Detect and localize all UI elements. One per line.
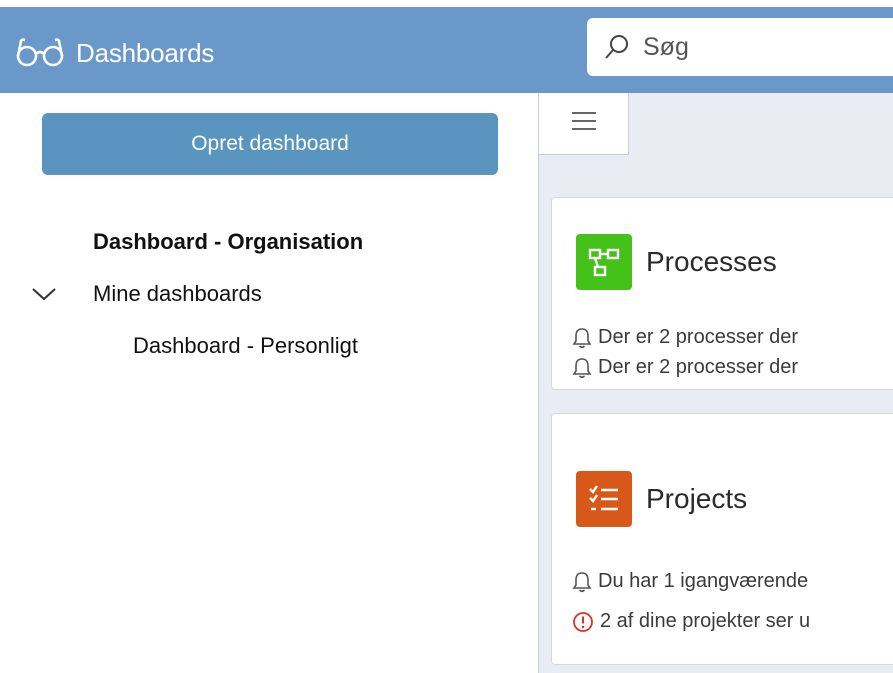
nav-group-mine-dashboards[interactable]: Mine dashboards	[30, 279, 262, 309]
glasses-icon	[16, 38, 64, 68]
nav-group-label: Mine dashboards	[93, 281, 262, 306]
create-dashboard-button[interactable]: Opret dashboard	[42, 113, 498, 175]
sidebar: Opret dashboard Dashboard - Organisation…	[0, 93, 538, 673]
search-input[interactable]	[641, 31, 885, 63]
card-title: Processes	[646, 246, 777, 277]
nav-item-dashboard-organisation[interactable]: Dashboard - Organisation	[93, 229, 363, 255]
notification-item[interactable]: Der er 2 processer der	[572, 356, 798, 379]
app-title: Dashboards	[76, 37, 215, 68]
card-header: Processes	[576, 234, 777, 290]
alert-text: 2 af dine projekter ser u	[600, 610, 811, 632]
card-title: Projects	[646, 483, 748, 514]
top-bar: Dashboards	[0, 0, 893, 93]
notification-item[interactable]: Du har 1 igangværende	[572, 570, 808, 593]
bell-icon	[572, 327, 592, 349]
nav-item-dashboard-personligt[interactable]: Dashboard - Personligt	[133, 333, 358, 359]
search-icon	[603, 33, 641, 61]
bell-icon	[572, 571, 592, 593]
menu-toggle-button[interactable]	[539, 93, 629, 155]
search-box[interactable]	[587, 18, 893, 76]
projects-card[interactable]: Projects Du har 1 igangværende 2 af dine…	[551, 413, 893, 665]
notification-item[interactable]: Der er 2 processer der	[572, 326, 798, 349]
chevron-down-icon[interactable]	[30, 281, 93, 307]
card-header: Projects	[576, 471, 747, 527]
notification-text: Der er 2 processer der	[598, 356, 799, 378]
bell-icon	[572, 357, 592, 379]
alert-circle-icon	[572, 611, 594, 633]
notification-text: Du har 1 igangværende	[598, 570, 809, 592]
alert-item[interactable]: 2 af dine projekter ser u	[572, 610, 810, 633]
app-brand[interactable]: Dashboards	[16, 35, 214, 71]
process-flow-icon	[576, 234, 632, 290]
processes-card[interactable]: Processes Der er 2 processer der Der er …	[551, 197, 893, 390]
checklist-icon	[576, 471, 632, 527]
notification-text: Der er 2 processer der	[598, 326, 799, 348]
hamburger-menu-icon	[570, 110, 598, 137]
main-content: Processes Der er 2 processer der Der er …	[538, 93, 893, 673]
